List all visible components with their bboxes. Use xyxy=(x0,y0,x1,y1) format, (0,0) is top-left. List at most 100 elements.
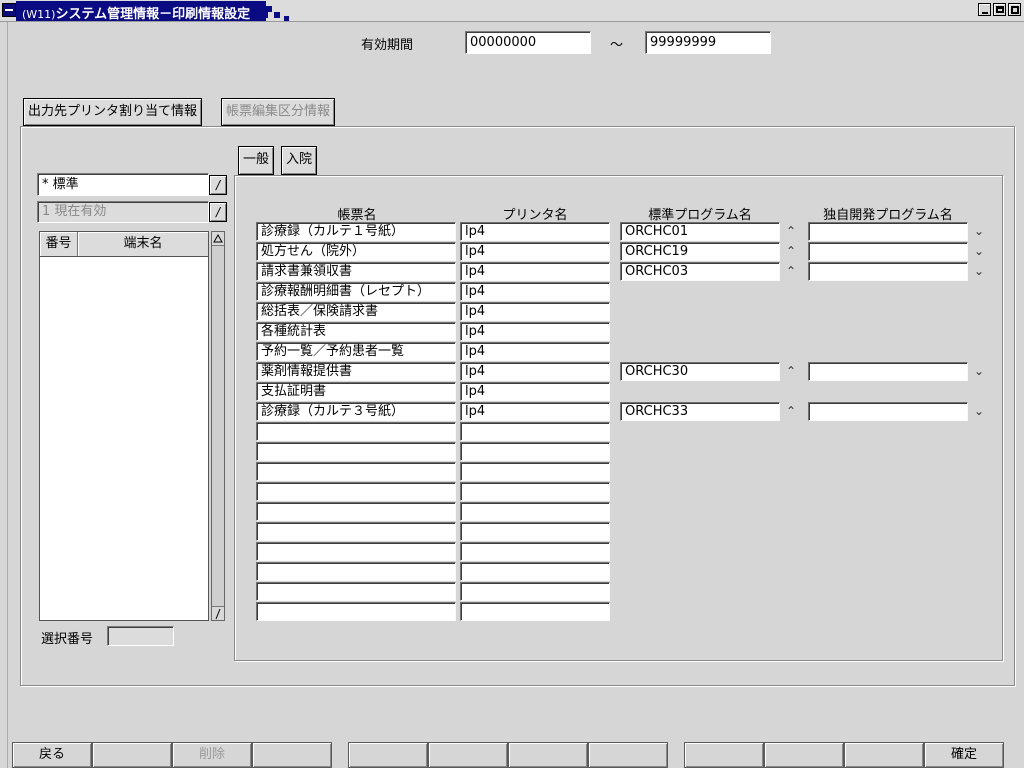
custom-program-cell[interactable] xyxy=(808,402,968,421)
printer-name-cell[interactable] xyxy=(460,582,610,601)
function-key-7[interactable] xyxy=(508,742,588,768)
list-header-terminal[interactable]: 端末名 xyxy=(78,232,208,256)
printer-name-cell[interactable] xyxy=(460,422,610,441)
chevron-down-icon[interactable]: ⌄ xyxy=(971,402,987,420)
chevron-down-icon[interactable]: ⌄ xyxy=(971,362,987,380)
form-name-cell[interactable] xyxy=(256,502,456,521)
form-name-cell[interactable]: 各種統計表 xyxy=(256,322,456,341)
form-name-cell[interactable]: 処方せん（院外） xyxy=(256,242,456,261)
period-separator: ～ xyxy=(610,38,624,53)
selection-number-label: 選択番号 xyxy=(41,632,94,647)
minimize-icon[interactable] xyxy=(978,3,991,16)
form-name-cell[interactable]: 診療録（カルテ１号紙） xyxy=(256,222,456,241)
scroll-up-icon[interactable]: ⌃ xyxy=(783,242,799,260)
printer-name-cell[interactable]: lp4 xyxy=(460,322,610,341)
column-header-custom-program: 独自開発プログラム名 xyxy=(823,208,953,223)
chevron-down-icon[interactable]: ⌄ xyxy=(971,262,987,280)
form-name-cell[interactable]: 請求書兼領収書 xyxy=(256,262,456,281)
custom-program-cell[interactable] xyxy=(808,242,968,261)
printer-name-cell[interactable]: lp4 xyxy=(460,262,610,281)
scroll-up-icon[interactable]: ⌃ xyxy=(783,362,799,380)
maximize-icon[interactable] xyxy=(993,3,1006,16)
column-header-printer-name: プリンタ名 xyxy=(502,208,568,223)
function-key-5[interactable] xyxy=(348,742,428,768)
scroll-up-icon[interactable]: ⌃ xyxy=(783,222,799,240)
chevron-down-icon[interactable]: ⌄ xyxy=(971,222,987,240)
printer-name-cell[interactable] xyxy=(460,542,610,561)
printer-name-cell[interactable] xyxy=(460,462,610,481)
function-key-3[interactable]: 削除 xyxy=(172,742,252,768)
custom-program-cell[interactable] xyxy=(808,362,968,381)
window-title-text: システム管理情報－印刷情報設定 xyxy=(55,7,251,22)
period-from-input[interactable]: 00000000 xyxy=(465,31,591,54)
printer-name-cell[interactable] xyxy=(460,522,610,541)
scroll-down-icon[interactable] xyxy=(212,606,224,620)
tab-inpatient[interactable]: 入院 xyxy=(281,146,318,175)
chevron-down-icon[interactable]: ⌄ xyxy=(971,242,987,260)
scroll-up-icon[interactable]: ⌃ xyxy=(783,402,799,420)
close-icon[interactable] xyxy=(1008,3,1021,16)
function-key-4[interactable] xyxy=(252,742,332,768)
standard-program-cell[interactable]: ORCHC19 xyxy=(620,242,780,261)
tab-printer-assignment[interactable]: 出力先プリンタ割り当て情報 xyxy=(23,98,203,126)
tab-general[interactable]: 一般 xyxy=(238,146,275,175)
form-name-cell[interactable] xyxy=(256,602,456,621)
form-name-cell[interactable] xyxy=(256,482,456,501)
terminal-list[interactable]: 番号 端末名 xyxy=(39,231,209,621)
form-name-cell[interactable] xyxy=(256,422,456,441)
column-header-standard-program: 標準プログラム名 xyxy=(648,208,752,223)
function-key-11[interactable] xyxy=(844,742,924,768)
printer-name-cell[interactable]: lp4 xyxy=(460,242,610,261)
standard-program-cell[interactable]: ORCHC33 xyxy=(620,402,780,421)
form-name-cell[interactable] xyxy=(256,562,456,581)
function-key-9[interactable] xyxy=(684,742,764,768)
printer-name-cell[interactable] xyxy=(460,562,610,581)
scroll-up-icon[interactable]: ⌃ xyxy=(783,262,799,280)
terminal-group-dropdown-button[interactable]: / xyxy=(209,175,227,195)
function-key-8[interactable] xyxy=(588,742,668,768)
scroll-up-icon[interactable] xyxy=(212,232,224,246)
function-key-6[interactable] xyxy=(428,742,508,768)
terminal-list-header: 番号 端末名 xyxy=(40,232,208,257)
custom-program-cell[interactable] xyxy=(808,222,968,241)
form-name-cell[interactable] xyxy=(256,442,456,461)
form-name-cell[interactable]: 予約一覧／予約患者一覧 xyxy=(256,342,456,361)
form-name-cell[interactable]: 支払証明書 xyxy=(256,382,456,401)
printer-name-cell[interactable]: lp4 xyxy=(460,222,610,241)
form-name-cell[interactable]: 診療報酬明細書（レセプト） xyxy=(256,282,456,301)
list-header-number[interactable]: 番号 xyxy=(40,232,78,256)
period-to-input[interactable]: 99999999 xyxy=(645,31,771,54)
form-name-cell[interactable] xyxy=(256,582,456,601)
form-name-cell[interactable] xyxy=(256,542,456,561)
printer-name-cell[interactable]: lp4 xyxy=(460,342,610,361)
form-name-cell[interactable]: 薬剤情報提供書 xyxy=(256,362,456,381)
form-name-cell[interactable] xyxy=(256,522,456,541)
tab-form-edit-category[interactable]: 帳票編集区分情報 xyxy=(221,98,336,126)
printer-name-cell[interactable]: lp4 xyxy=(460,402,610,421)
printer-name-cell[interactable]: lp4 xyxy=(460,382,610,401)
standard-program-cell[interactable]: ORCHC03 xyxy=(620,262,780,281)
printer-name-cell[interactable]: lp4 xyxy=(460,362,610,381)
standard-program-cell[interactable]: ORCHC01 xyxy=(620,222,780,241)
standard-program-cell[interactable]: ORCHC30 xyxy=(620,362,780,381)
custom-program-cell[interactable] xyxy=(808,262,968,281)
function-key-2[interactable] xyxy=(92,742,172,768)
printer-name-cell[interactable]: lp4 xyxy=(460,282,610,301)
terminal-group-combo[interactable]: * 標準 xyxy=(37,173,209,196)
selection-number-input[interactable] xyxy=(107,626,174,646)
printer-name-cell[interactable] xyxy=(460,442,610,461)
printer-name-cell[interactable] xyxy=(460,502,610,521)
window-menu-icon[interactable] xyxy=(2,3,16,17)
function-key-10[interactable] xyxy=(764,742,844,768)
terminal-list-scrollbar[interactable] xyxy=(211,231,225,621)
printer-name-cell[interactable]: lp4 xyxy=(460,302,610,321)
printer-name-cell[interactable] xyxy=(460,602,610,621)
function-key-1[interactable]: 戻る xyxy=(12,742,92,768)
printer-name-cell[interactable] xyxy=(460,482,610,501)
validity-combo[interactable]: 1 現在有効 xyxy=(37,201,209,223)
form-name-cell[interactable]: 総括表／保険請求書 xyxy=(256,302,456,321)
form-name-cell[interactable] xyxy=(256,462,456,481)
validity-dropdown-button[interactable]: / xyxy=(209,202,227,222)
form-name-cell[interactable]: 診療録（カルテ３号紙） xyxy=(256,402,456,421)
function-key-12[interactable]: 確定 xyxy=(924,742,1004,768)
